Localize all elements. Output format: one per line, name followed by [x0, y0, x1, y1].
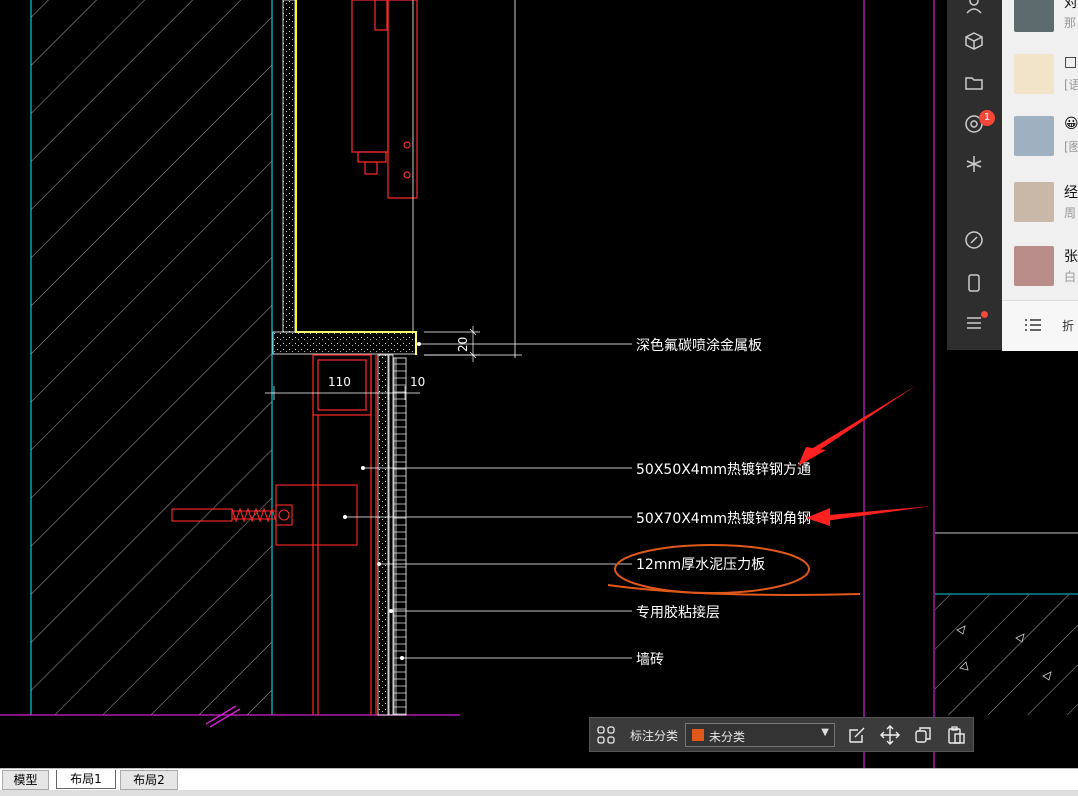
conversation-title: 😀 — [1064, 116, 1078, 132]
grid-icon[interactable] — [595, 724, 617, 746]
annotation-category-select[interactable]: 未分类 ▼ — [685, 723, 835, 747]
conversation-item[interactable]: 经 周 — [1002, 174, 1078, 230]
callout-wall-tile: 墙砖 — [636, 652, 664, 668]
conversation-title: 对 — [1064, 0, 1078, 11]
callout-square-tube: 50X50X4mm热镀锌钢方通 — [636, 461, 811, 478]
category-color-swatch — [692, 729, 704, 741]
wall-hatch — [31, 0, 272, 715]
paste-icon[interactable] — [945, 724, 967, 746]
callout-adhesive-layer: 专用胶粘接层 — [636, 604, 720, 621]
callout-cement-board: 12mm厚水泥压力板 — [636, 557, 765, 573]
conversation-title: □ — [1064, 54, 1078, 70]
chat-panel: 1 对 那 □ [语 😀 [图 经 周 张 白 折 — [947, 0, 1078, 351]
conversation-preview: 白 — [1064, 270, 1077, 284]
annotation-category-label: 标注分类 — [630, 729, 679, 743]
layout-tabs: 模型 布局1 布局2 — [0, 768, 1078, 796]
tab-layout2[interactable]: 布局2 — [120, 770, 178, 790]
contacts-icon[interactable] — [963, 0, 985, 16]
annotation-toolbar: 标注分类 未分类 ▼ — [589, 717, 974, 752]
collapse-label[interactable]: 折 — [1062, 317, 1074, 334]
category-value: 未分类 — [709, 730, 746, 744]
avatar — [1014, 246, 1054, 286]
fixture-hardware — [351, 0, 418, 199]
cad-drawing-canvas[interactable]: 20 110 10 深色氟碳喷涂金属板 50X50X4mm热镀锌钢方通 50X7… — [0, 0, 1078, 768]
dim-110: 110 — [328, 375, 351, 389]
dim-10: 10 — [410, 375, 425, 389]
conversation-preview: [语 — [1064, 78, 1078, 92]
tab-layout1[interactable]: 布局1 — [56, 770, 116, 789]
avatar — [1014, 54, 1054, 94]
callout-metal-panel: 深色氟碳喷涂金属板 — [636, 337, 762, 354]
phone-icon[interactable] — [963, 272, 985, 294]
list-icon[interactable] — [1024, 317, 1042, 337]
chevron-down-icon: ▼ — [821, 727, 829, 738]
notification-dot — [981, 311, 988, 318]
star-icon[interactable] — [963, 153, 985, 175]
move-icon[interactable] — [879, 724, 901, 746]
edit-icon[interactable] — [846, 724, 868, 746]
conversation-item[interactable]: 张 白 — [1002, 238, 1078, 294]
steel-tube — [312, 354, 377, 715]
conversation-item[interactable]: 😀 [图 — [1002, 108, 1078, 164]
conversation-item[interactable]: □ [语 — [1002, 46, 1078, 102]
conversation-preview: [图 — [1064, 140, 1078, 154]
conversation-title: 张 — [1064, 249, 1078, 265]
copy-icon[interactable] — [912, 724, 934, 746]
tabs-bottom-strip — [0, 790, 1078, 796]
unread-badge: 1 — [979, 110, 995, 126]
link-icon[interactable] — [963, 229, 985, 251]
chat-icon-rail: 1 — [947, 0, 1002, 350]
conversation-preview: 周 — [1064, 206, 1077, 220]
folder-icon[interactable] — [963, 72, 985, 94]
avatar — [1014, 182, 1054, 222]
avatar — [1014, 0, 1054, 32]
conversation-preview: 那 — [1064, 16, 1077, 30]
tab-model[interactable]: 模型 — [2, 770, 49, 790]
avatar — [1014, 116, 1054, 156]
metal-panel-outline — [295, 0, 417, 355]
conversation-title: 经 — [1064, 185, 1078, 201]
callout-angle-steel: 50X70X4mm热镀锌钢角钢 — [636, 510, 811, 527]
cube-icon[interactable] — [963, 30, 985, 52]
chat-bottom-bar: 折 — [1002, 300, 1078, 351]
conversation-item[interactable]: 对 那 — [1002, 0, 1078, 40]
markup-arrows — [798, 385, 932, 526]
